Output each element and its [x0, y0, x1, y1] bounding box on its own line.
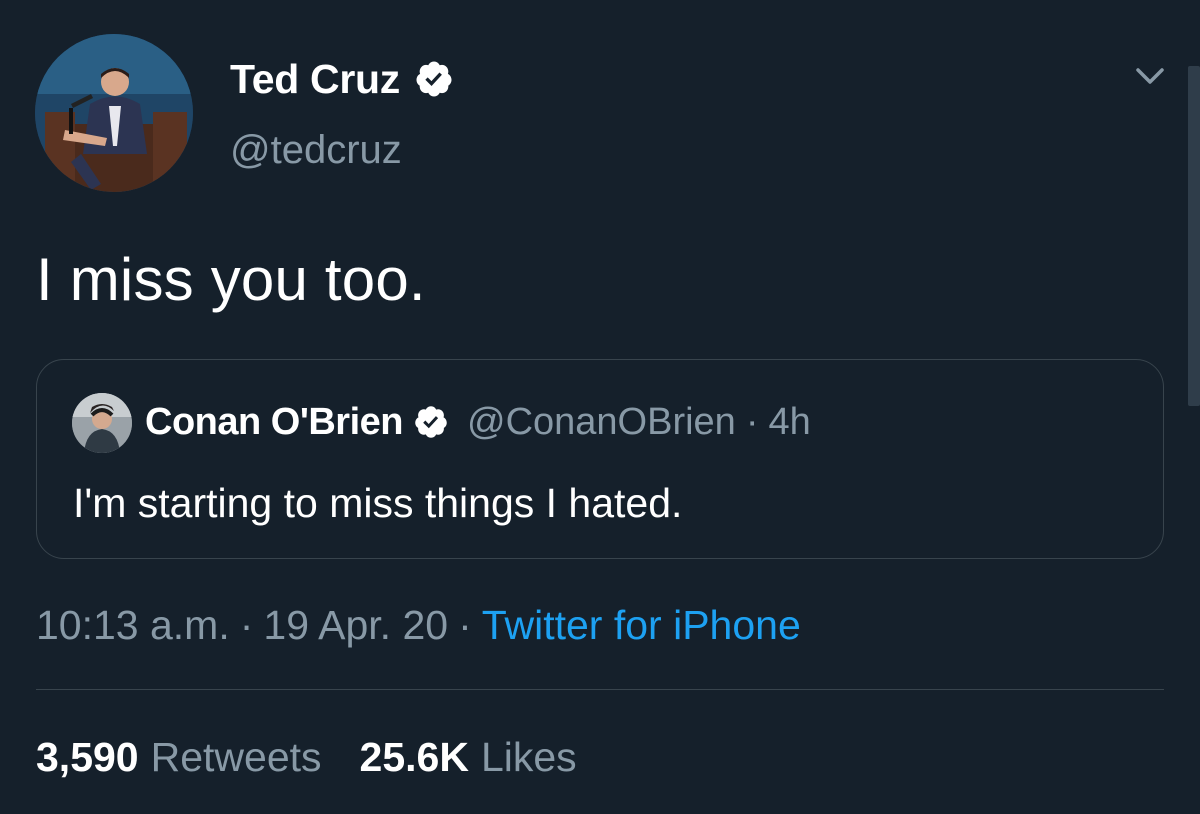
retweets-count: 3,590 [36, 733, 139, 780]
tweet-stats: 3,590 Retweets 25.6K Likes [36, 732, 577, 782]
avatar-photo-icon [35, 34, 193, 192]
tweet-date[interactable]: 19 Apr. 20 [263, 602, 448, 649]
author-name-row: Ted Cruz [230, 52, 454, 106]
tweet-metadata: 10:13 a.m. · 19 Apr. 20 · Twitter for iP… [36, 600, 801, 650]
quoted-author-handle[interactable]: @ConanOBrien [467, 401, 736, 444]
chevron-down-icon[interactable] [1130, 62, 1170, 92]
quoted-separator: · [745, 400, 759, 443]
author-display-name[interactable]: Ted Cruz [230, 56, 400, 103]
retweets-stat[interactable]: 3,590 Retweets [36, 734, 322, 781]
author-handle[interactable]: @tedcruz [230, 128, 402, 173]
likes-stat[interactable]: 25.6K Likes [360, 734, 577, 781]
author-avatar[interactable] [35, 34, 193, 192]
quoted-author-display-name[interactable]: Conan O'Brien [145, 401, 404, 444]
divider [36, 689, 1164, 690]
tweet-text: I miss you too. [36, 246, 426, 313]
verified-badge-icon [416, 61, 452, 97]
verified-badge-icon [415, 406, 447, 438]
tweet-source-link[interactable]: Twitter for iPhone [482, 602, 801, 649]
quoted-avatar-photo-icon [72, 393, 132, 453]
scrollbar[interactable] [1188, 66, 1200, 406]
likes-label: Likes [480, 733, 577, 780]
meta-separator: · [239, 601, 254, 648]
quoted-timestamp[interactable]: 4h [768, 401, 810, 444]
tweet-time[interactable]: 10:13 a.m. [36, 602, 230, 649]
tweet-detail: Ted Cruz @tedcruz I miss you too. Conan … [0, 0, 1200, 814]
quoted-tweet-card[interactable]: Conan O'Brien @ConanOBrien · 4h I'm star… [36, 359, 1164, 559]
quoted-tweet-header: Conan O'Brien @ConanOBrien · 4h [145, 396, 811, 448]
quoted-tweet-text: I'm starting to miss things I hated. [73, 480, 683, 526]
quoted-author-avatar[interactable] [72, 393, 132, 453]
meta-separator: · [458, 601, 472, 648]
retweets-label: Retweets [150, 733, 322, 780]
likes-count: 25.6K [359, 733, 469, 780]
